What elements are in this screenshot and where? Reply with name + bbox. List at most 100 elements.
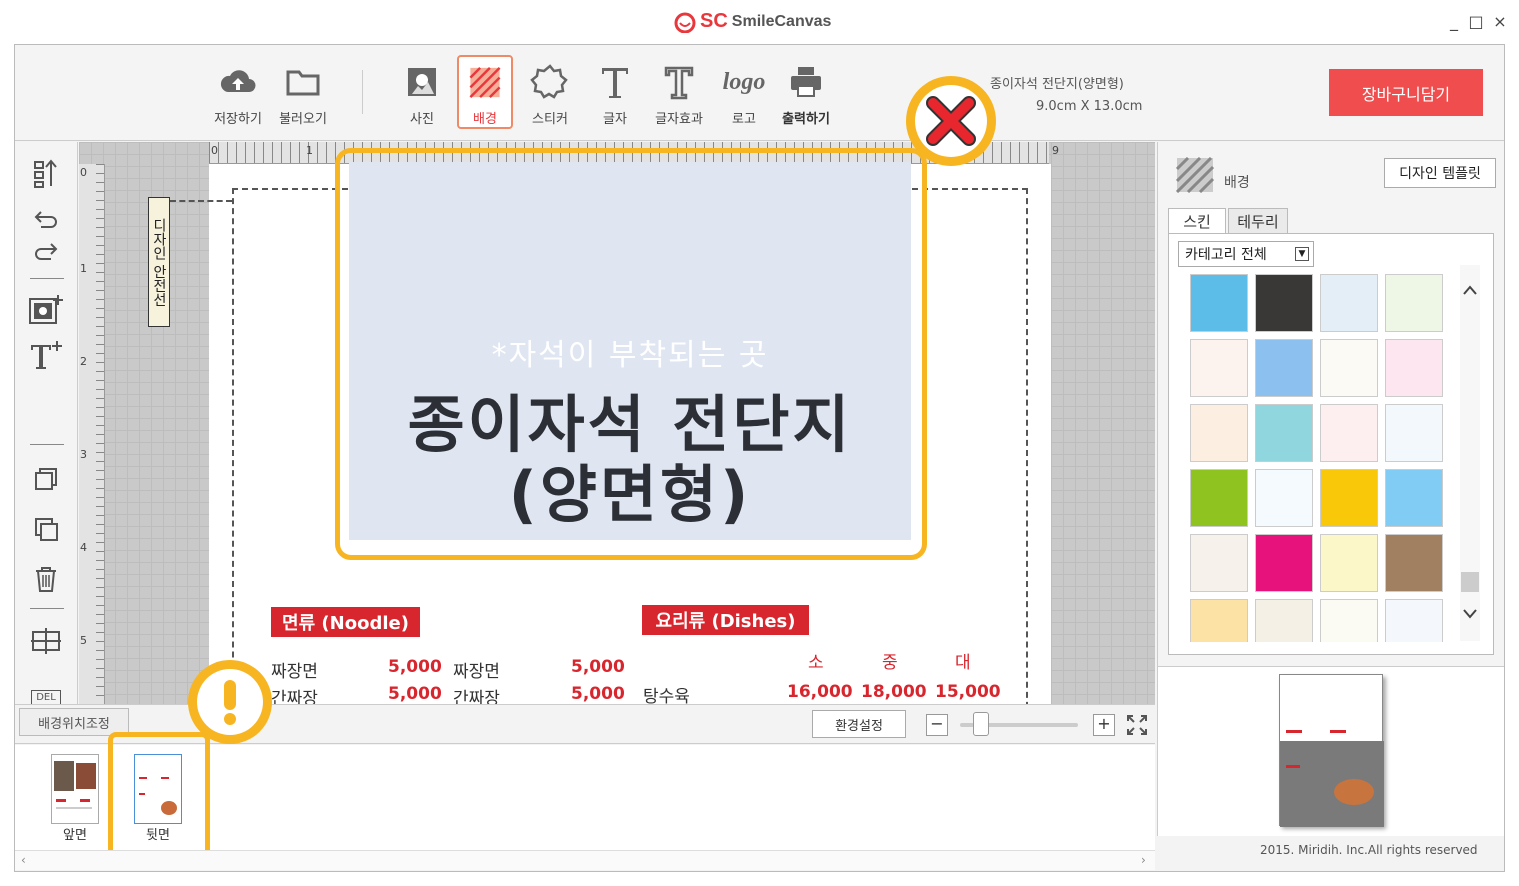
settings-button[interactable]: 환경설정 xyxy=(812,710,906,738)
page-list-scrollbar[interactable]: ‹ › xyxy=(15,850,1155,870)
skin-swatch[interactable] xyxy=(1255,274,1313,332)
menu-item-name: 간짜장 xyxy=(453,689,500,704)
undo-button[interactable] xyxy=(28,202,64,236)
grid-button[interactable] xyxy=(28,624,64,658)
left-toolbar-separator xyxy=(30,278,64,279)
background-pattern-icon xyxy=(1176,157,1214,193)
fit-screen-button[interactable] xyxy=(1126,714,1148,740)
save-button[interactable]: 저장하기 xyxy=(210,62,266,130)
copy-button[interactable] xyxy=(28,462,64,496)
chevron-down-icon: ▼ xyxy=(1295,247,1309,261)
category-select-value: 카테고리 전체 xyxy=(1185,247,1267,263)
skin-swatch[interactable] xyxy=(1320,339,1378,397)
background-pattern-icon xyxy=(469,67,501,98)
menu-item-price: 5,000 xyxy=(388,684,442,704)
warning-exclamation-badge xyxy=(188,660,272,744)
redo-button[interactable] xyxy=(28,234,64,268)
zoom-in-button[interactable]: + xyxy=(1093,714,1115,736)
text-effect-label: 글자효과 xyxy=(655,112,703,127)
skin-swatch[interactable] xyxy=(1385,599,1443,642)
skin-swatch[interactable] xyxy=(1255,534,1313,592)
menu-item-name: 간짜장 xyxy=(271,689,318,704)
grid-icon xyxy=(31,628,61,654)
background-button[interactable]: 배경 xyxy=(457,55,513,129)
menu-item-price: 5,000 xyxy=(388,657,442,677)
trash-icon xyxy=(36,567,56,592)
open-label: 불러오기 xyxy=(279,112,327,127)
skin-swatch[interactable] xyxy=(1385,339,1443,397)
skin-swatch[interactable] xyxy=(1320,469,1378,527)
skin-swatch[interactable] xyxy=(1385,274,1443,332)
skin-swatch[interactable] xyxy=(1255,599,1313,642)
skin-swatch[interactable] xyxy=(1190,404,1248,462)
text-effect-button[interactable]: 글자효과 xyxy=(651,62,707,130)
dish-price-small: 16,000 xyxy=(787,682,853,702)
redo-icon xyxy=(35,243,58,260)
add-photo-button[interactable] xyxy=(28,292,64,326)
photo-label: 사진 xyxy=(410,112,434,127)
skin-scrollbar[interactable] xyxy=(1460,265,1480,641)
zoom-slider-thumb[interactable] xyxy=(973,712,989,736)
zoom-out-button[interactable]: − xyxy=(926,714,948,736)
scroll-down-icon[interactable] xyxy=(1463,609,1477,619)
sticker-button[interactable]: 스티커 xyxy=(522,62,578,130)
design-template-button[interactable]: 디자인 템플릿 xyxy=(1384,158,1496,188)
skin-swatch[interactable] xyxy=(1320,404,1378,462)
add-text-button[interactable] xyxy=(28,338,64,372)
skin-swatch[interactable] xyxy=(1320,599,1378,642)
document-size: 9.0cm X 13.0cm xyxy=(1036,99,1143,114)
skin-swatch[interactable] xyxy=(1190,339,1248,397)
skin-swatch[interactable] xyxy=(1255,339,1313,397)
toolbar-divider xyxy=(362,70,363,114)
skin-swatch[interactable] xyxy=(1385,534,1443,592)
scrollbar-thumb[interactable] xyxy=(1461,572,1479,592)
vertical-ruler xyxy=(79,164,105,704)
delete-button[interactable] xyxy=(28,562,64,596)
document-title: 종이자석 전단지(양면형) xyxy=(990,77,1124,92)
logo-glyph-icon: logo xyxy=(722,69,766,95)
ruler-left-label: 5 xyxy=(80,634,87,647)
text-button[interactable]: 글자 xyxy=(587,62,643,130)
skin-swatch[interactable] xyxy=(1385,404,1443,462)
background-label: 배경 xyxy=(473,112,497,127)
minimize-button[interactable]: _ xyxy=(1444,12,1464,31)
close-button[interactable]: × xyxy=(1490,12,1510,31)
front-page-label: 앞면 xyxy=(63,828,87,843)
red-x-icon xyxy=(926,96,976,146)
skin-swatch[interactable] xyxy=(1190,274,1248,332)
category-select[interactable]: 카테고리 전체 ▼ xyxy=(1178,241,1314,267)
copyright-text: 2015. Miridih. Inc.All rights reserved xyxy=(1260,843,1478,857)
photo-icon xyxy=(408,68,436,96)
tab-skin[interactable]: 스킨 xyxy=(1168,208,1226,234)
add-to-cart-button[interactable]: 장바구니담기 xyxy=(1329,69,1483,116)
safe-line-connector xyxy=(170,200,232,202)
skin-swatch[interactable] xyxy=(1385,469,1443,527)
logo-button[interactable]: logo 로고 xyxy=(716,62,772,130)
add-photo-icon xyxy=(29,295,63,324)
photo-button[interactable]: 사진 xyxy=(394,62,450,130)
skin-swatch[interactable] xyxy=(1320,534,1378,592)
size-large-header: 대 xyxy=(955,653,971,673)
skin-swatch[interactable] xyxy=(1255,404,1313,462)
skin-swatch[interactable] xyxy=(1190,534,1248,592)
front-page-thumbnail[interactable] xyxy=(51,754,99,824)
scroll-up-icon[interactable] xyxy=(1463,285,1477,295)
print-button[interactable]: 출력하기 xyxy=(778,62,834,130)
skin-swatch[interactable] xyxy=(1255,469,1313,527)
skin-swatch[interactable] xyxy=(1320,274,1378,332)
open-button[interactable]: 불러오기 xyxy=(275,62,331,130)
tab-border[interactable]: 테두리 xyxy=(1228,208,1288,234)
skin-swatch[interactable] xyxy=(1190,599,1248,642)
scroll-right-icon[interactable]: › xyxy=(1141,853,1146,867)
warning-x-badge xyxy=(906,76,996,166)
duplicate-button[interactable] xyxy=(28,512,64,546)
skin-swatch[interactable] xyxy=(1190,469,1248,527)
layer-order-button[interactable] xyxy=(28,156,64,190)
save-label: 저장하기 xyxy=(214,112,262,127)
ruler-top-label: 1 xyxy=(306,144,313,157)
dishes-tag: 요리류 (Dishes) xyxy=(642,605,809,635)
menu-item-price: 5,000 xyxy=(571,657,625,677)
maximize-button[interactable]: □ xyxy=(1466,12,1486,31)
scroll-left-icon[interactable]: ‹ xyxy=(21,853,26,867)
document-info: 종이자석 전단지(양면형) 9.0cm X 13.0cm xyxy=(990,74,1142,118)
